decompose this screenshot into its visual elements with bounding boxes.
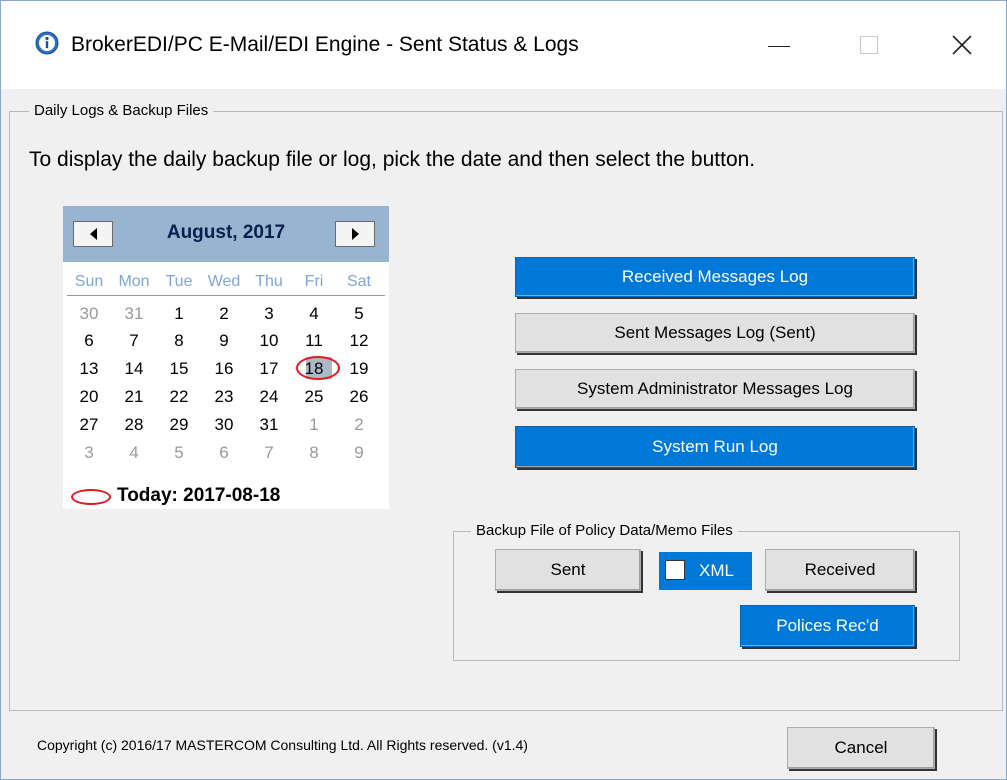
daily-logs-legend: Daily Logs & Backup Files — [29, 102, 214, 119]
maximize-icon — [860, 36, 878, 54]
calendar-day[interactable]: 24 — [247, 387, 291, 407]
received-messages-log-button[interactable]: Received Messages Log — [515, 257, 915, 297]
calendar-day[interactable]: 31 — [112, 304, 156, 324]
backup-sent-button[interactable]: Sent — [495, 549, 641, 591]
calendar-day[interactable]: 25 — [292, 387, 336, 407]
calendar-header: August, 2017 — [63, 206, 389, 262]
calendar-day[interactable]: 15 — [157, 359, 201, 379]
calendar-day[interactable]: 1 — [292, 415, 336, 435]
calendar-day[interactable]: 22 — [157, 387, 201, 407]
sent-messages-log-button[interactable]: Sent Messages Log (Sent) — [515, 313, 915, 353]
calendar-day[interactable]: 10 — [247, 331, 291, 351]
minimize-button[interactable] — [749, 23, 809, 67]
calendar-day[interactable]: 26 — [337, 387, 381, 407]
main-window: BrokerEDI/PC E-Mail/EDI Engine - Sent St… — [0, 0, 1007, 780]
maximize-button[interactable] — [839, 23, 899, 67]
system-run-log-button[interactable]: System Run Log — [515, 426, 915, 468]
selected-day-annotation — [296, 356, 340, 380]
calendar-day[interactable]: 31 — [247, 415, 291, 435]
calendar-day[interactable]: 17 — [247, 359, 291, 379]
weekday-label: Mon — [118, 273, 150, 290]
calendar-day[interactable]: 7 — [247, 443, 291, 463]
info-app-icon — [35, 31, 59, 55]
weekday-label: Sun — [74, 273, 104, 290]
calendar-day[interactable]: 27 — [67, 415, 111, 435]
calendar-month-label: August, 2017 — [166, 222, 286, 243]
calendar-day[interactable]: 9 — [202, 331, 246, 351]
weekday-header-row: Sun Mon Tue Wed Thu Fri Sat — [67, 273, 385, 296]
calendar-day[interactable]: 30 — [67, 304, 111, 324]
xml-checkbox[interactable] — [665, 560, 685, 580]
title-bar: BrokerEDI/PC E-Mail/EDI Engine - Sent St… — [1, 1, 1006, 89]
next-month-button[interactable] — [335, 221, 375, 247]
calendar-day[interactable]: 5 — [157, 443, 201, 463]
today-marker-icon — [71, 489, 111, 505]
right-arrow-icon — [351, 228, 359, 240]
calendar-day[interactable]: 4 — [112, 443, 156, 463]
calendar-day[interactable]: 28 — [112, 415, 156, 435]
calendar-day[interactable]: 19 — [337, 359, 381, 379]
calendar-day[interactable]: 1 — [157, 304, 201, 324]
system-admin-messages-log-button[interactable]: System Administrator Messages Log — [515, 369, 915, 409]
minimize-icon — [768, 45, 790, 47]
calendar-day[interactable]: 3 — [67, 443, 111, 463]
cancel-button[interactable]: Cancel — [787, 727, 935, 769]
calendar-day[interactable]: 6 — [67, 331, 111, 351]
previous-month-button[interactable] — [73, 221, 113, 247]
calendar-day[interactable]: 2 — [202, 304, 246, 324]
weekday-label: Thu — [255, 273, 283, 290]
calendar-day[interactable]: 16 — [202, 359, 246, 379]
weekday-label: Sat — [346, 273, 371, 290]
backup-files-legend: Backup File of Policy Data/Memo Files — [471, 522, 738, 539]
calendar-day[interactable]: 23 — [202, 387, 246, 407]
calendar-day[interactable]: 30 — [202, 415, 246, 435]
weekday-label: Fri — [304, 273, 324, 290]
calendar-day[interactable]: 20 — [67, 387, 111, 407]
calendar-day[interactable]: 7 — [112, 331, 156, 351]
calendar-day[interactable]: 13 — [67, 359, 111, 379]
calendar-day[interactable]: 5 — [337, 304, 381, 324]
xml-checkbox-container[interactable]: XML — [659, 552, 752, 590]
backup-received-button[interactable]: Received — [765, 549, 915, 591]
window-title: BrokerEDI/PC E-Mail/EDI Engine - Sent St… — [71, 33, 579, 56]
calendar-day[interactable]: 14 — [112, 359, 156, 379]
calendar-day[interactable]: 4 — [292, 304, 336, 324]
weekday-label: Wed — [207, 273, 241, 290]
calendar-day[interactable]: 6 — [202, 443, 246, 463]
instruction-text: To display the daily backup file or log,… — [29, 148, 756, 171]
left-arrow-icon — [89, 228, 97, 240]
calendar-day[interactable]: 11 — [292, 331, 336, 351]
xml-checkbox-label: XML — [699, 561, 734, 580]
month-calendar[interactable]: August, 2017 Sun Mon Tue Wed Thu Fri Sat… — [63, 206, 389, 509]
calendar-day[interactable]: 29 — [157, 415, 201, 435]
calendar-day[interactable]: 12 — [337, 331, 381, 351]
today-link[interactable]: Today: 2017-08-18 — [117, 485, 280, 507]
policies-received-button[interactable]: Polices Rec'd — [740, 605, 915, 647]
calendar-day[interactable]: 2 — [337, 415, 381, 435]
close-icon — [952, 35, 972, 55]
calendar-day[interactable]: 3 — [247, 304, 291, 324]
calendar-day[interactable]: 8 — [292, 443, 336, 463]
weekday-label: Tue — [165, 273, 193, 290]
calendar-day[interactable]: 9 — [337, 443, 381, 463]
calendar-day[interactable]: 21 — [112, 387, 156, 407]
close-button[interactable] — [932, 23, 992, 67]
copyright-text: Copyright (c) 2016/17 MASTERCOM Consulti… — [37, 737, 528, 753]
calendar-day[interactable]: 8 — [157, 331, 201, 351]
